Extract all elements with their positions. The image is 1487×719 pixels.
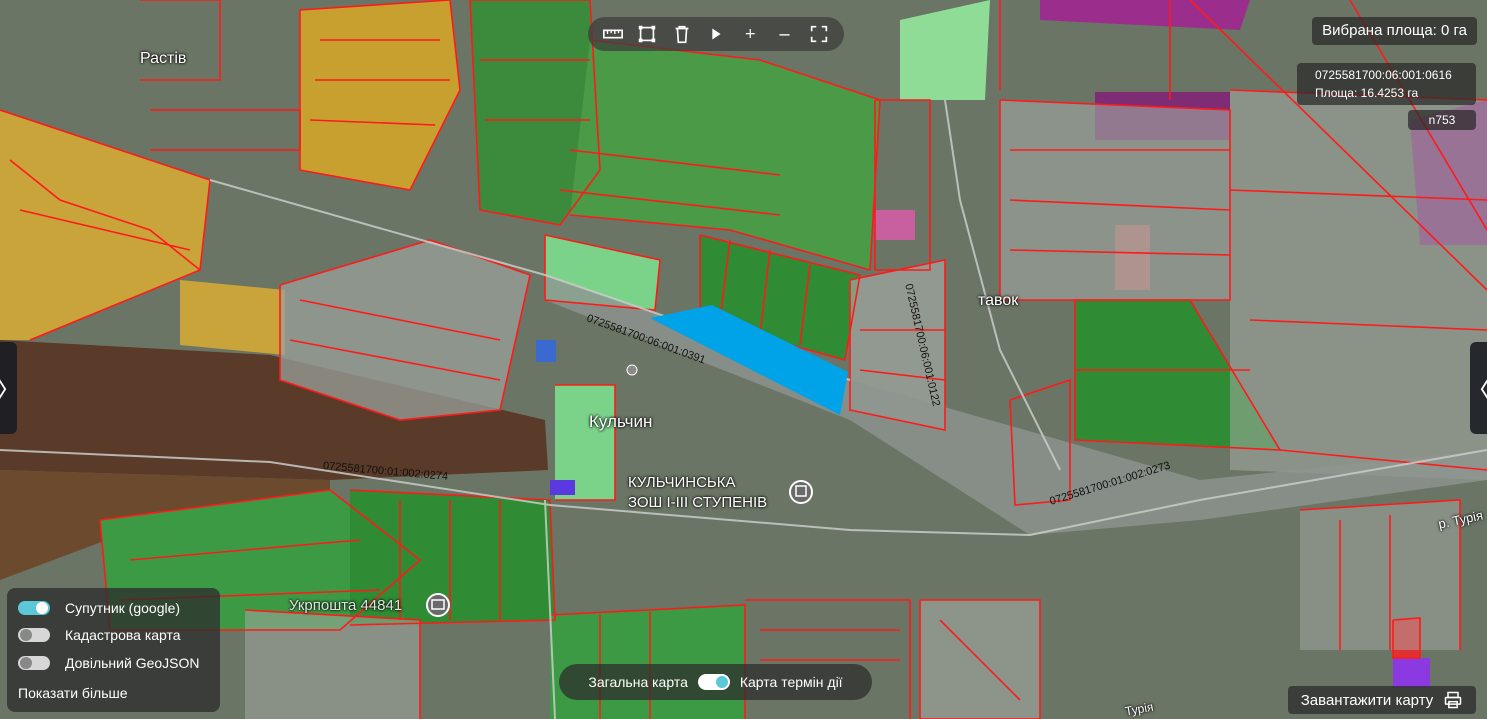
download-map-label: Завантажити карту <box>1300 691 1434 709</box>
map-mode-toggle[interactable] <box>697 674 730 690</box>
town-label-rastiv: Растів <box>140 50 187 67</box>
parcel-zone-grey-6 <box>245 610 420 719</box>
layer-geojson-toggle[interactable] <box>18 656 50 670</box>
parcel-zone-grey-4 <box>1230 90 1487 480</box>
parcel-info-card: 0725581700:06:001:0616 Площа: 16.4253 га <box>1297 63 1476 105</box>
field-violet-kulchyn <box>550 480 575 495</box>
map-canvas[interactable] <box>0 0 1487 719</box>
zoom-out-button[interactable]: − <box>773 22 797 46</box>
zoom-in-button[interactable]: + <box>738 22 762 46</box>
parcel-area: Площа: 16.4253 га <box>1315 86 1419 100</box>
post-office-marker <box>426 593 450 617</box>
left-panel-toggle[interactable]: 〉 <box>0 342 22 434</box>
post-office-label: Укрпошта 44841 <box>289 597 403 614</box>
ruler-icon <box>603 29 624 39</box>
town-label-kulchyn: Кульчин <box>589 412 653 431</box>
field-yellow-mid <box>180 280 285 355</box>
ruler-button[interactable] <box>601 22 625 46</box>
parcel-zone-grey-3 <box>1000 100 1230 300</box>
poi-dot <box>626 364 638 376</box>
map-mode-term-label[interactable]: Карта термін дії <box>740 674 843 690</box>
selected-area-label: Вибрана площа: 0 га <box>1312 17 1477 45</box>
map-toolbar: + − <box>588 17 844 51</box>
layers-panel: Супутник (google) Кадастрова карта Довіл… <box>7 588 220 712</box>
parcel-cadastre-number: 0725581700:06:001:0616 <box>1315 68 1452 82</box>
trash-icon <box>675 25 689 44</box>
polygon-select-icon <box>639 25 656 43</box>
printer-icon <box>1445 691 1462 709</box>
layer-satellite-label: Супутник (google) <box>65 600 181 616</box>
map-mode-general-label[interactable]: Загальна карта <box>588 674 687 690</box>
layer-satellite-toggle[interactable] <box>18 601 50 615</box>
pointer-button[interactable] <box>704 22 728 46</box>
field-pink <box>875 210 915 240</box>
school-label-line1: КУЛЬЧИНСЬКА <box>628 474 736 491</box>
layer-satellite[interactable]: Супутник (google) <box>18 598 180 618</box>
town-label-stavok: тавок <box>978 292 1019 309</box>
layer-cadastre-label: Кадастрова карта <box>65 627 181 643</box>
parcel-zone-grey-7 <box>1300 500 1460 650</box>
fullscreen-button[interactable] <box>807 22 831 46</box>
fullscreen-icon <box>810 25 827 43</box>
show-more-link[interactable]: Показати більше <box>18 685 128 701</box>
pointer-icon <box>712 28 721 40</box>
delete-button[interactable] <box>670 22 694 46</box>
field-blue-small <box>536 340 556 362</box>
download-map-button[interactable]: Завантажити карту <box>1288 686 1476 714</box>
field-violet-small <box>1393 658 1430 688</box>
layer-geojson-label: Довільний GeoJSON <box>65 655 200 671</box>
field-green-bottom-center <box>550 605 745 719</box>
school-marker <box>789 480 813 504</box>
polygon-select-button[interactable] <box>635 22 659 46</box>
parcel-id-badge: n753 <box>1408 110 1476 130</box>
layer-geojson[interactable]: Довільний GeoJSON <box>18 653 200 673</box>
school-label-line2: ЗОШ І-ІІІ СТУПЕНІВ <box>628 494 768 511</box>
layer-cadastre-toggle[interactable] <box>18 628 50 642</box>
layer-cadastre[interactable]: Кадастрова карта <box>18 625 181 645</box>
map-mode-switch: Загальна карта Карта термін дії <box>559 664 872 700</box>
right-panel-toggle[interactable]: 〈 <box>1466 342 1487 434</box>
